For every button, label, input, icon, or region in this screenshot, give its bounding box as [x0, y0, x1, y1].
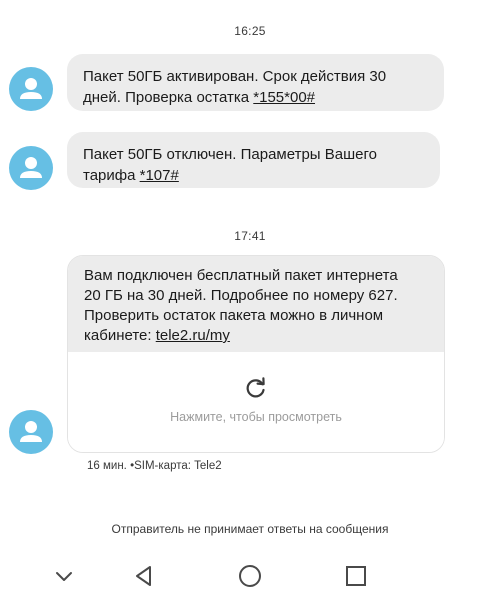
message-time-ago: 16 мин.	[87, 460, 127, 472]
message-line: дней. Проверка остатка *155*00#	[83, 89, 316, 106]
ussd-code-link[interactable]: *155*00#	[253, 89, 315, 106]
message-meta: 16 мин. •SIM-карта: Tele2	[87, 460, 222, 472]
message-line: Проверить остаток пакета можно в личном	[84, 307, 384, 324]
sim-label: SIM-карта: Tele2	[134, 460, 222, 472]
home-icon[interactable]	[237, 563, 263, 589]
message-line: Вам подключен бесплатный пакет интернета	[84, 267, 398, 284]
preview-hint: Нажмите, чтобы просмотреть	[170, 410, 342, 424]
link-preview[interactable]: Нажмите, чтобы просмотреть	[68, 352, 444, 452]
avatar[interactable]	[9, 410, 53, 454]
person-icon	[20, 78, 42, 99]
message-line: кабинете: tele2.ru/my	[84, 327, 230, 344]
person-icon	[20, 421, 42, 442]
timestamp: 17:41	[234, 229, 266, 243]
chevron-down-icon[interactable]	[51, 563, 77, 589]
message-bubble[interactable]: Пакет 50ГБ активирован. Срок действия 30…	[67, 54, 444, 111]
message-card[interactable]: Вам подключен бесплатный пакет интернета…	[67, 255, 445, 453]
message-body: Вам подключен бесплатный пакет интернета…	[68, 256, 444, 352]
reply-disabled-notice: Отправитель не принимает ответы на сообщ…	[111, 522, 389, 536]
message-line: тарифа *107#	[83, 167, 179, 184]
recents-icon[interactable]	[343, 563, 369, 589]
avatar[interactable]	[9, 67, 53, 111]
navigation-bar	[0, 553, 500, 603]
back-icon[interactable]	[131, 563, 157, 589]
avatar[interactable]	[9, 146, 53, 190]
refresh-icon[interactable]	[244, 376, 268, 400]
timestamp: 16:25	[234, 24, 266, 38]
message-line: Пакет 50ГБ активирован. Срок действия 30	[83, 68, 387, 85]
message-line: 20 ГБ на 30 дней. Подробнее по номеру 62…	[84, 287, 398, 304]
person-icon	[20, 157, 42, 178]
cabinet-link[interactable]: tele2.ru/my	[156, 327, 230, 344]
message-bubble[interactable]: Пакет 50ГБ отключен. Параметры Вашего та…	[67, 132, 440, 188]
ussd-code-link[interactable]: *107#	[140, 167, 179, 184]
message-line: Пакет 50ГБ отключен. Параметры Вашего	[83, 146, 377, 163]
